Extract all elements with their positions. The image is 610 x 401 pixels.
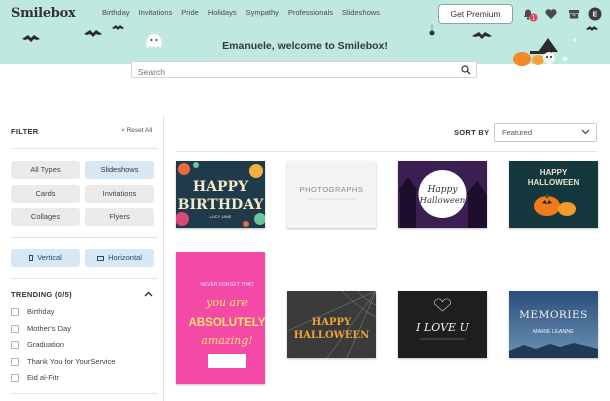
search-input[interactable]: [132, 64, 452, 80]
pumpkin-icon: [513, 52, 531, 66]
search-icon[interactable]: [461, 65, 471, 75]
card-happy-halloween-web[interactable]: HAPPY HALLOWEEN: [287, 291, 376, 358]
trending-title[interactable]: TRENDING (0/5): [11, 290, 72, 299]
filter-separator: [11, 148, 158, 149]
card-happy-halloween-pumpkin[interactable]: HAPPY HALLOWEEN: [509, 161, 598, 228]
smilebox-logo[interactable]: Smilebox: [11, 6, 76, 21]
svg-text:HAPPY: HAPPY: [540, 168, 568, 177]
trending-label: Eid al-Fitr: [27, 373, 60, 382]
trending-label: Thank You for YourService: [27, 357, 116, 366]
card-happy-halloween-purple[interactable]: Happy Halloween: [398, 161, 487, 228]
reset-all-button[interactable]: × Reset All: [121, 127, 152, 134]
avatar-initial: E: [593, 12, 598, 19]
trending-item[interactable]: Birthday: [11, 307, 55, 316]
svg-text:BIRTHDAY: BIRTHDAY: [178, 197, 265, 213]
checkbox[interactable]: [11, 307, 19, 316]
sort-select[interactable]: Featured: [494, 123, 597, 142]
spider-icon: [429, 30, 435, 36]
filter-separator: [11, 393, 158, 394]
nav-sympathy[interactable]: Sympathy: [246, 8, 279, 17]
chevron-down-icon: [581, 129, 590, 135]
checkbox[interactable]: [11, 357, 19, 366]
nav-holidays[interactable]: Holidays: [208, 8, 237, 17]
bat-icon: [84, 30, 102, 37]
svg-text:HAPPY: HAPPY: [193, 179, 249, 195]
portrait-icon: [29, 255, 34, 261]
notification-badge: 1: [529, 13, 538, 22]
search-box: [131, 61, 477, 80]
card-photographs[interactable]: PHOTOGRAPHS: [287, 161, 376, 228]
trending-item[interactable]: Mother's Day: [11, 324, 71, 333]
orientation-vertical-label: Vertical: [37, 253, 62, 262]
card-absolutely-amazing[interactable]: NEVER FORGET THAT you are ABSOLUTELY ama…: [176, 252, 265, 384]
heart-icon[interactable]: [544, 7, 558, 21]
svg-text:ABSOLUTELY: ABSOLUTELY: [189, 317, 265, 329]
sort-by-label: SORT BY: [454, 128, 490, 137]
main-separator: [176, 151, 597, 152]
orientation-vertical-button[interactable]: Vertical: [11, 249, 80, 267]
trending-item[interactable]: Graduation: [11, 340, 64, 349]
chevron-up-icon[interactable]: [144, 291, 153, 297]
svg-text:HALLOWEEN: HALLOWEEN: [528, 178, 580, 187]
nav-pride[interactable]: Pride: [181, 8, 199, 17]
card-i-love-you[interactable]: I LOVE U: [398, 291, 487, 358]
svg-text:Halloween: Halloween: [419, 196, 466, 206]
filter-separator: [11, 237, 158, 238]
type-all-types[interactable]: All Types: [11, 161, 80, 179]
svg-text:amazing!: amazing!: [201, 334, 252, 347]
type-flyers[interactable]: Flyers: [85, 208, 154, 226]
bat-icon: [112, 25, 124, 30]
trending-label: Graduation: [27, 340, 65, 349]
svg-text:MARIE LEANNE: MARIE LEANNE: [533, 329, 574, 335]
box-icon[interactable]: [567, 7, 581, 21]
orientation-horizontal-label: Horizontal: [108, 253, 142, 262]
avatar[interactable]: E: [588, 7, 602, 21]
sort-selected-value: Featured: [502, 128, 533, 137]
checkbox[interactable]: [11, 324, 19, 333]
nav-invitations[interactable]: Invitations: [139, 8, 173, 17]
trending-item[interactable]: Thank You for YourService: [11, 357, 115, 366]
filter-title: FILTER: [11, 127, 39, 136]
type-invitations[interactable]: Invitations: [85, 185, 154, 203]
svg-text:you are: you are: [205, 296, 248, 309]
card-happy-birthday[interactable]: HAPPY BIRTHDAY LUCY JANE: [176, 161, 265, 228]
trending-item[interactable]: Eid al-Fitr: [11, 373, 59, 382]
bat-icon: [472, 32, 492, 39]
type-slideshows[interactable]: Slideshows: [85, 161, 154, 179]
trending-label: Mother's Day: [27, 324, 71, 333]
main-nav: Birthday Invitations Pride Holidays Symp…: [102, 8, 389, 17]
svg-text:MEMORIES: MEMORIES: [519, 309, 588, 321]
svg-text:HALLOWEEN: HALLOWEEN: [294, 330, 370, 341]
svg-text:Happy: Happy: [427, 185, 459, 195]
svg-text:LUCY JANE: LUCY JANE: [210, 214, 232, 219]
type-cards[interactable]: Cards: [11, 185, 80, 203]
orientation-horizontal-button[interactable]: Horizontal: [85, 249, 154, 267]
get-premium-button[interactable]: Get Premium: [438, 4, 513, 24]
filter-separator: [11, 278, 158, 279]
nav-slideshows[interactable]: Slideshows: [342, 8, 380, 17]
type-collages[interactable]: Collages: [11, 208, 80, 226]
landscape-icon: [97, 256, 105, 261]
welcome-message: Emanuele, welcome to Smilebox!: [222, 40, 388, 52]
sidebar-divider: [163, 116, 164, 401]
svg-text:NEVER FORGET THAT: NEVER FORGET THAT: [200, 282, 253, 288]
checkbox[interactable]: [11, 340, 19, 349]
svg-text:I LOVE U: I LOVE U: [415, 321, 469, 334]
nav-birthday[interactable]: Birthday: [102, 8, 130, 17]
svg-text:HAPPY: HAPPY: [312, 317, 352, 328]
reset-all-label: Reset All: [126, 127, 153, 134]
card-memories[interactable]: MEMORIES MARIE LEANNE: [509, 291, 598, 358]
nav-professionals[interactable]: Professionals: [288, 8, 333, 17]
svg-text:PHOTOGRAPHS: PHOTOGRAPHS: [300, 185, 364, 194]
trending-label: Birthday: [27, 307, 55, 316]
bat-icon: [586, 26, 598, 31]
checkbox[interactable]: [11, 373, 19, 382]
